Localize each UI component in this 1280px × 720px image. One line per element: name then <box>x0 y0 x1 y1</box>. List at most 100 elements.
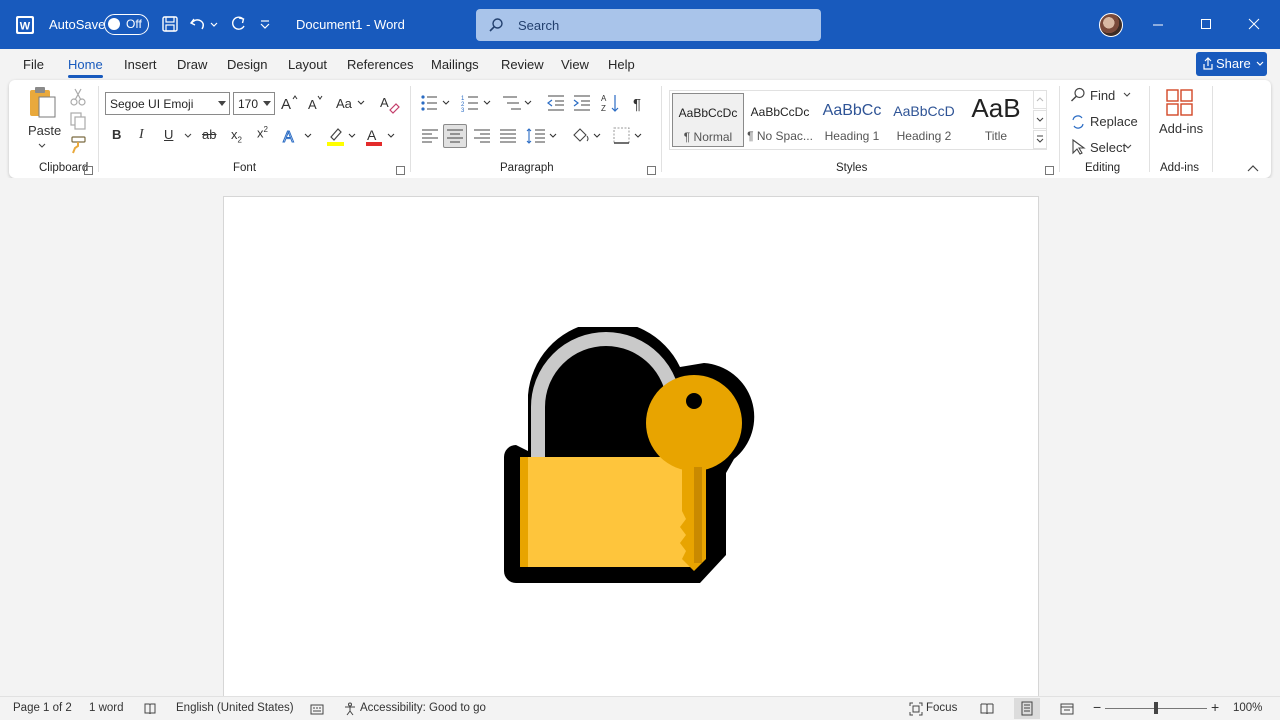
styles-scroll-down[interactable] <box>1033 110 1047 129</box>
user-avatar[interactable] <box>1099 13 1123 37</box>
font-color-icon[interactable]: A <box>364 125 398 147</box>
underline-button[interactable]: U <box>164 127 173 142</box>
strikethrough-button[interactable]: ab <box>202 127 216 142</box>
change-case-icon[interactable]: Aa <box>334 92 368 114</box>
tab-mailings[interactable]: Mailings <box>431 57 479 72</box>
styles-scroll-up[interactable] <box>1033 90 1047 109</box>
replace-button[interactable]: Replace <box>1090 114 1138 129</box>
language[interactable]: English (United States) <box>176 702 294 714</box>
styles-more[interactable] <box>1033 130 1047 149</box>
replace-icon <box>1072 115 1084 129</box>
copy-icon[interactable] <box>67 110 89 132</box>
find-dropdown-icon[interactable] <box>1123 92 1131 98</box>
read-mode-icon[interactable] <box>980 702 994 716</box>
style-heading-2[interactable]: AaBbCcD Heading 2 <box>888 93 960 147</box>
underline-dropdown-icon[interactable] <box>184 133 192 139</box>
increase-indent-icon[interactable] <box>571 92 593 114</box>
text-predictions-icon[interactable] <box>310 702 324 716</box>
focus-icon[interactable] <box>909 702 923 716</box>
find-button[interactable]: Find <box>1090 88 1115 103</box>
zoom-in-button[interactable]: + <box>1211 699 1219 715</box>
select-button[interactable]: Select <box>1090 140 1126 155</box>
undo-icon[interactable] <box>188 14 208 34</box>
multilevel-list-icon[interactable] <box>501 92 535 114</box>
close-button[interactable] <box>1231 0 1277 49</box>
shading-icon[interactable] <box>570 125 604 147</box>
maximize-icon <box>1201 19 1211 29</box>
autosave-toggle[interactable]: Off <box>104 14 149 35</box>
justify-icon[interactable] <box>497 125 519 147</box>
accessibility-icon[interactable] <box>343 702 357 716</box>
show-formatting-marks-icon[interactable]: ¶ <box>629 92 651 114</box>
tab-design[interactable]: Design <box>227 57 267 72</box>
tab-layout[interactable]: Layout <box>288 57 327 72</box>
document-page[interactable] <box>223 196 1039 706</box>
tab-help[interactable]: Help <box>608 57 635 72</box>
paste-button[interactable] <box>27 86 57 120</box>
select-dropdown-icon[interactable] <box>1124 144 1132 150</box>
tab-file[interactable]: File <box>23 57 44 72</box>
customize-quick-access-icon[interactable] <box>258 14 272 34</box>
paragraph-launcher[interactable] <box>647 166 656 175</box>
save-icon[interactable] <box>160 14 180 34</box>
bold-button[interactable]: B <box>112 127 121 142</box>
tab-draw[interactable]: Draw <box>177 57 207 72</box>
style-no-spacing[interactable]: AaBbCcDc ¶ No Spac... <box>744 93 816 147</box>
shrink-font-icon[interactable]: A <box>305 92 327 114</box>
share-button[interactable]: Share <box>1196 52 1267 76</box>
word-count[interactable]: 1 word <box>89 702 124 714</box>
maximize-button[interactable] <box>1183 0 1229 49</box>
bullets-icon[interactable] <box>419 92 453 114</box>
web-layout-icon[interactable] <box>1060 702 1074 716</box>
style-heading-1[interactable]: AaBbCc Heading 1 <box>816 93 888 147</box>
style-preview: AaBbCcDc <box>750 105 810 119</box>
format-painter-icon[interactable] <box>67 134 89 156</box>
paste-icon <box>30 87 56 118</box>
proofing-icon[interactable] <box>143 702 157 716</box>
tab-insert[interactable]: Insert <box>124 57 157 72</box>
highlight-color-icon[interactable] <box>325 125 359 147</box>
align-left-icon[interactable] <box>419 125 441 147</box>
line-spacing-icon[interactable] <box>525 125 559 147</box>
zoom-slider[interactable] <box>1105 702 1207 714</box>
zoom-out-button[interactable]: − <box>1093 699 1101 715</box>
print-layout-button[interactable] <box>1014 698 1040 719</box>
zoom-level[interactable]: 100% <box>1233 702 1262 714</box>
tab-home[interactable]: Home <box>68 57 103 78</box>
search-box[interactable]: Search <box>476 9 821 41</box>
undo-dropdown-icon[interactable] <box>209 14 219 34</box>
tab-references[interactable]: References <box>347 57 413 72</box>
focus-label[interactable]: Focus <box>926 702 957 714</box>
align-right-icon[interactable] <box>471 125 493 147</box>
borders-icon[interactable] <box>611 125 645 147</box>
tab-review[interactable]: Review <box>501 57 544 72</box>
minimize-button[interactable] <box>1135 0 1181 49</box>
font-name-combo[interactable]: Segoe UI Emoji <box>105 92 230 115</box>
align-center-button[interactable] <box>443 124 467 148</box>
autosave-label: AutoSave <box>49 17 106 32</box>
sort-icon[interactable]: AZ <box>600 92 622 114</box>
text-effects-icon[interactable]: A <box>281 125 315 147</box>
zoom-slider-thumb[interactable] <box>1154 702 1158 714</box>
search-icon <box>489 18 503 32</box>
style-normal[interactable]: AaBbCcDc ¶ Normal <box>672 93 744 147</box>
style-title[interactable]: AaB Title <box>960 93 1032 147</box>
subscript-button[interactable]: x2 <box>231 127 242 145</box>
grow-font-icon[interactable]: A <box>279 92 301 114</box>
page-count[interactable]: Page 1 of 2 <box>13 702 72 714</box>
clipboard-launcher[interactable] <box>84 166 93 175</box>
font-size-combo[interactable]: 170 <box>233 92 275 115</box>
redo-icon[interactable] <box>228 14 248 34</box>
clear-formatting-icon[interactable]: A <box>378 92 400 114</box>
cut-icon[interactable] <box>67 86 89 108</box>
collapse-ribbon-icon[interactable] <box>1247 165 1259 173</box>
paste-dropdown-icon[interactable] <box>38 143 46 149</box>
superscript-button[interactable]: x2 <box>257 125 268 140</box>
numbering-icon[interactable]: 123 <box>460 92 494 114</box>
italic-button[interactable]: I <box>139 127 144 143</box>
styles-launcher[interactable] <box>1045 166 1054 175</box>
accessibility-status[interactable]: Accessibility: Good to go <box>360 702 486 714</box>
font-launcher[interactable] <box>396 166 405 175</box>
decrease-indent-icon[interactable] <box>545 92 567 114</box>
tab-view[interactable]: View <box>561 57 589 72</box>
